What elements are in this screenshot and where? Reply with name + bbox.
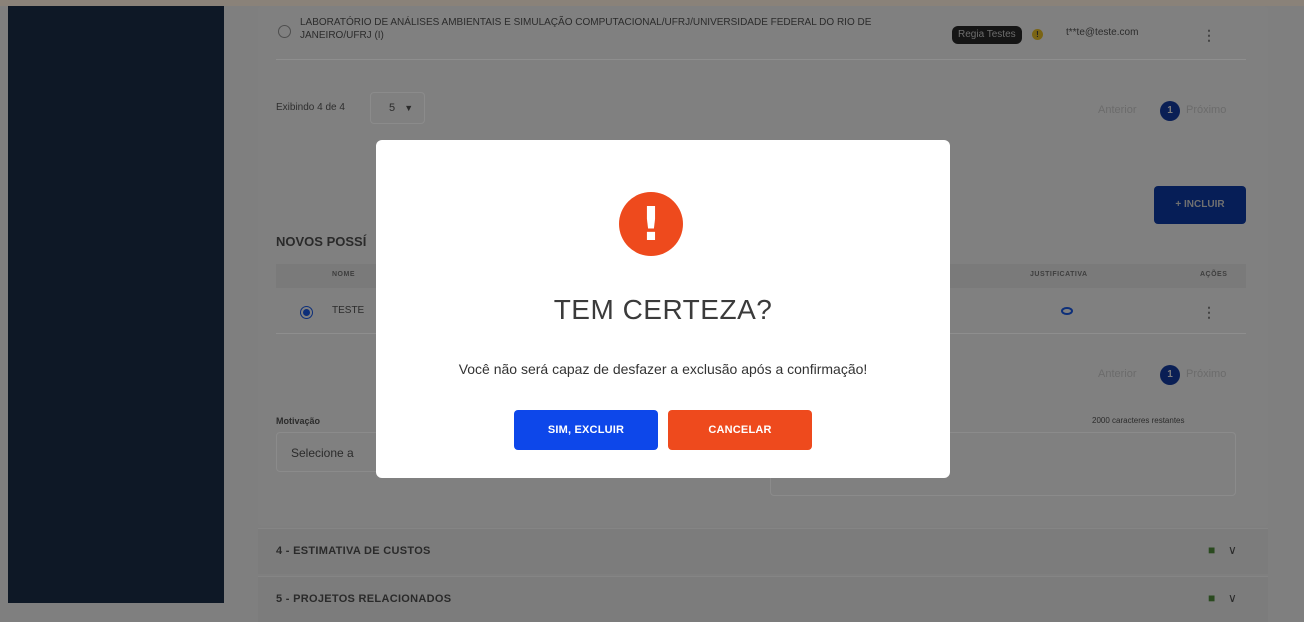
- confirm-dialog: ! TEM CERTEZA? Você não será capaz de de…: [376, 140, 950, 478]
- cancel-button[interactable]: CANCELAR: [668, 410, 812, 450]
- modal-backdrop: ! TEM CERTEZA? Você não será capaz de de…: [0, 0, 1304, 603]
- confirm-delete-button[interactable]: SIM, EXCLUIR: [514, 410, 658, 450]
- dialog-title: TEM CERTEZA?: [553, 294, 773, 325]
- dialog-message: Você não será capaz de desfazer a exclus…: [458, 361, 868, 377]
- warning-icon: !: [619, 192, 683, 256]
